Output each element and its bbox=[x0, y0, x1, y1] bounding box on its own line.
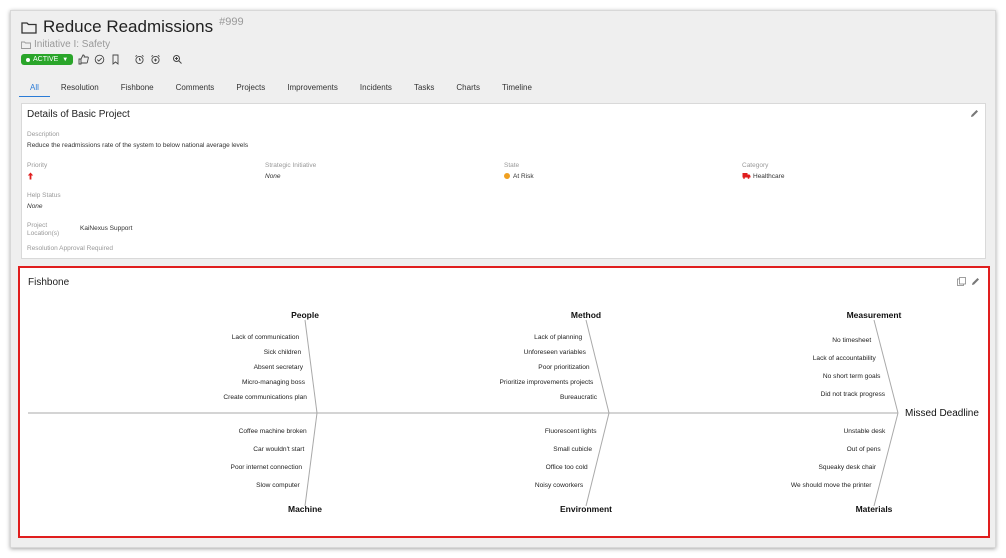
state-label: State bbox=[504, 162, 520, 169]
tab-projects[interactable]: Projects bbox=[225, 83, 276, 97]
fishbone-cause: Noisy coworkers bbox=[535, 482, 584, 489]
fishbone-cause: Sick children bbox=[264, 349, 302, 356]
bookmark-icon[interactable] bbox=[110, 54, 121, 65]
tab-tasks[interactable]: Tasks bbox=[403, 83, 445, 97]
fishbone-category: Measurement bbox=[847, 310, 902, 320]
help-label: Help Status bbox=[27, 192, 61, 199]
alarm-add-icon[interactable] bbox=[150, 54, 161, 65]
fishbone-cause: Office too cold bbox=[546, 464, 588, 471]
tab-fishbone[interactable]: Fishbone bbox=[110, 83, 165, 97]
fishbone-cause: We should move the printer bbox=[791, 482, 872, 489]
chevron-down-icon: ▼ bbox=[62, 56, 69, 63]
details-title: Details of Basic Project bbox=[27, 109, 130, 120]
fishbone-card: Fishbone Missed Deadline People Lack of co… bbox=[18, 266, 990, 538]
fishbone-category: Machine bbox=[288, 504, 322, 514]
fishbone-cause: Lack of planning bbox=[534, 334, 582, 341]
status-dot-icon bbox=[26, 57, 30, 62]
location-value: KaiNexus Support bbox=[80, 225, 133, 232]
tab-incidents[interactable]: Incidents bbox=[349, 83, 403, 97]
fishbone-cause: Unstable desk bbox=[844, 428, 886, 435]
fishbone-cause: No timesheet bbox=[832, 337, 871, 344]
category-label: Category bbox=[742, 162, 769, 169]
fishbone-category: Environment bbox=[560, 504, 612, 514]
fishbone-category: Materials bbox=[856, 504, 893, 514]
fishbone-cause: Prioritize improvements projects bbox=[500, 379, 595, 386]
alarm-clock-icon[interactable] bbox=[134, 54, 145, 65]
fishbone-cause: Fluorescent lights bbox=[545, 428, 597, 435]
fishbone-cause: Poor internet connection bbox=[231, 464, 303, 471]
tab-resolution[interactable]: Resolution bbox=[50, 83, 110, 97]
fishbone-cause: Did not track progress bbox=[821, 391, 886, 398]
tab-timeline[interactable]: Timeline bbox=[491, 83, 543, 97]
breadcrumb[interactable]: Initiative I: Safety bbox=[21, 39, 244, 50]
description-label: Description bbox=[27, 131, 60, 138]
priority-label: Priority bbox=[27, 162, 48, 169]
folder-icon bbox=[21, 21, 37, 34]
strategic-label: Strategic Initiative bbox=[265, 162, 317, 169]
category-value: Healthcare bbox=[753, 173, 785, 180]
fishbone-category: People bbox=[291, 310, 319, 320]
state-value: At Risk bbox=[513, 173, 534, 180]
fishbone-cause: Bureaucratic bbox=[560, 394, 598, 401]
location-label-line2: Location(s) bbox=[27, 230, 60, 237]
strategic-value: None bbox=[265, 173, 281, 180]
fishbone-cause: Poor prioritization bbox=[538, 364, 590, 371]
details-card: Details of Basic Project Description Red… bbox=[21, 103, 986, 259]
page-title: Reduce Readmissions bbox=[43, 17, 214, 36]
fishbone-cause: No short term goals bbox=[823, 373, 881, 380]
tab-comments[interactable]: Comments bbox=[165, 83, 226, 97]
fishbone-cause: Squeaky desk chair bbox=[819, 464, 877, 471]
help-value: None bbox=[27, 203, 43, 210]
ambulance-icon bbox=[742, 173, 751, 179]
fishbone-category: Method bbox=[571, 310, 601, 320]
check-circle-icon[interactable] bbox=[94, 54, 105, 65]
fishbone-bone bbox=[304, 412, 318, 507]
fishbone-cause: Small cubicle bbox=[553, 446, 592, 453]
fishbone-cause: Unforeseen variables bbox=[524, 349, 587, 356]
fishbone-bone bbox=[873, 412, 899, 507]
tab-improvements[interactable]: Improvements bbox=[276, 83, 349, 97]
fishbone-head: Missed Deadline bbox=[905, 408, 979, 419]
pencil-icon[interactable] bbox=[970, 109, 979, 118]
folder-icon bbox=[21, 41, 31, 49]
thumbs-up-icon[interactable] bbox=[78, 54, 90, 65]
fishbone-cause: Lack of communication bbox=[232, 334, 300, 341]
app-window: Reduce Readmissions #999 Initiative I: S… bbox=[10, 10, 996, 548]
fishbone-diagram: Missed Deadline People Lack of communicati… bbox=[28, 310, 979, 514]
project-header: Reduce Readmissions #999 Initiative I: S… bbox=[21, 16, 244, 65]
fishbone-cause: Out of pens bbox=[847, 446, 882, 453]
location-label-line1: Project bbox=[27, 222, 48, 229]
fishbone-cause: Micro-managing boss bbox=[242, 379, 306, 386]
status-badge[interactable]: ACTIVE ▼ bbox=[21, 54, 74, 65]
tab-charts[interactable]: Charts bbox=[445, 83, 491, 97]
fishbone-cause: Car wouldn't start bbox=[253, 446, 304, 453]
project-id: #999 bbox=[219, 16, 244, 28]
approval-label: Resolution Approval Required bbox=[27, 245, 113, 252]
description-value: Reduce the readmissions rate of the syst… bbox=[27, 142, 249, 149]
fishbone-bone bbox=[585, 412, 610, 507]
fishbone-cause: Slow computer bbox=[256, 482, 300, 489]
zoom-icon[interactable] bbox=[172, 54, 183, 65]
fishbone-cause: Lack of accountability bbox=[813, 355, 877, 362]
fishbone-cause: Absent secretary bbox=[254, 364, 304, 371]
fishbone-cause: Create communications plan bbox=[223, 394, 307, 401]
status-label: ACTIVE bbox=[33, 56, 59, 63]
initiative-link[interactable]: Initiative I: Safety bbox=[34, 39, 110, 50]
state-dot-icon bbox=[504, 173, 510, 179]
arrow-up-icon bbox=[27, 172, 34, 180]
fishbone-bone bbox=[873, 319, 899, 414]
fishbone-cause: Coffee machine broken bbox=[239, 428, 307, 435]
tab-bar: All Resolution Fishbone Comments Projects Imp… bbox=[19, 83, 543, 97]
tab-all[interactable]: All bbox=[19, 83, 50, 97]
